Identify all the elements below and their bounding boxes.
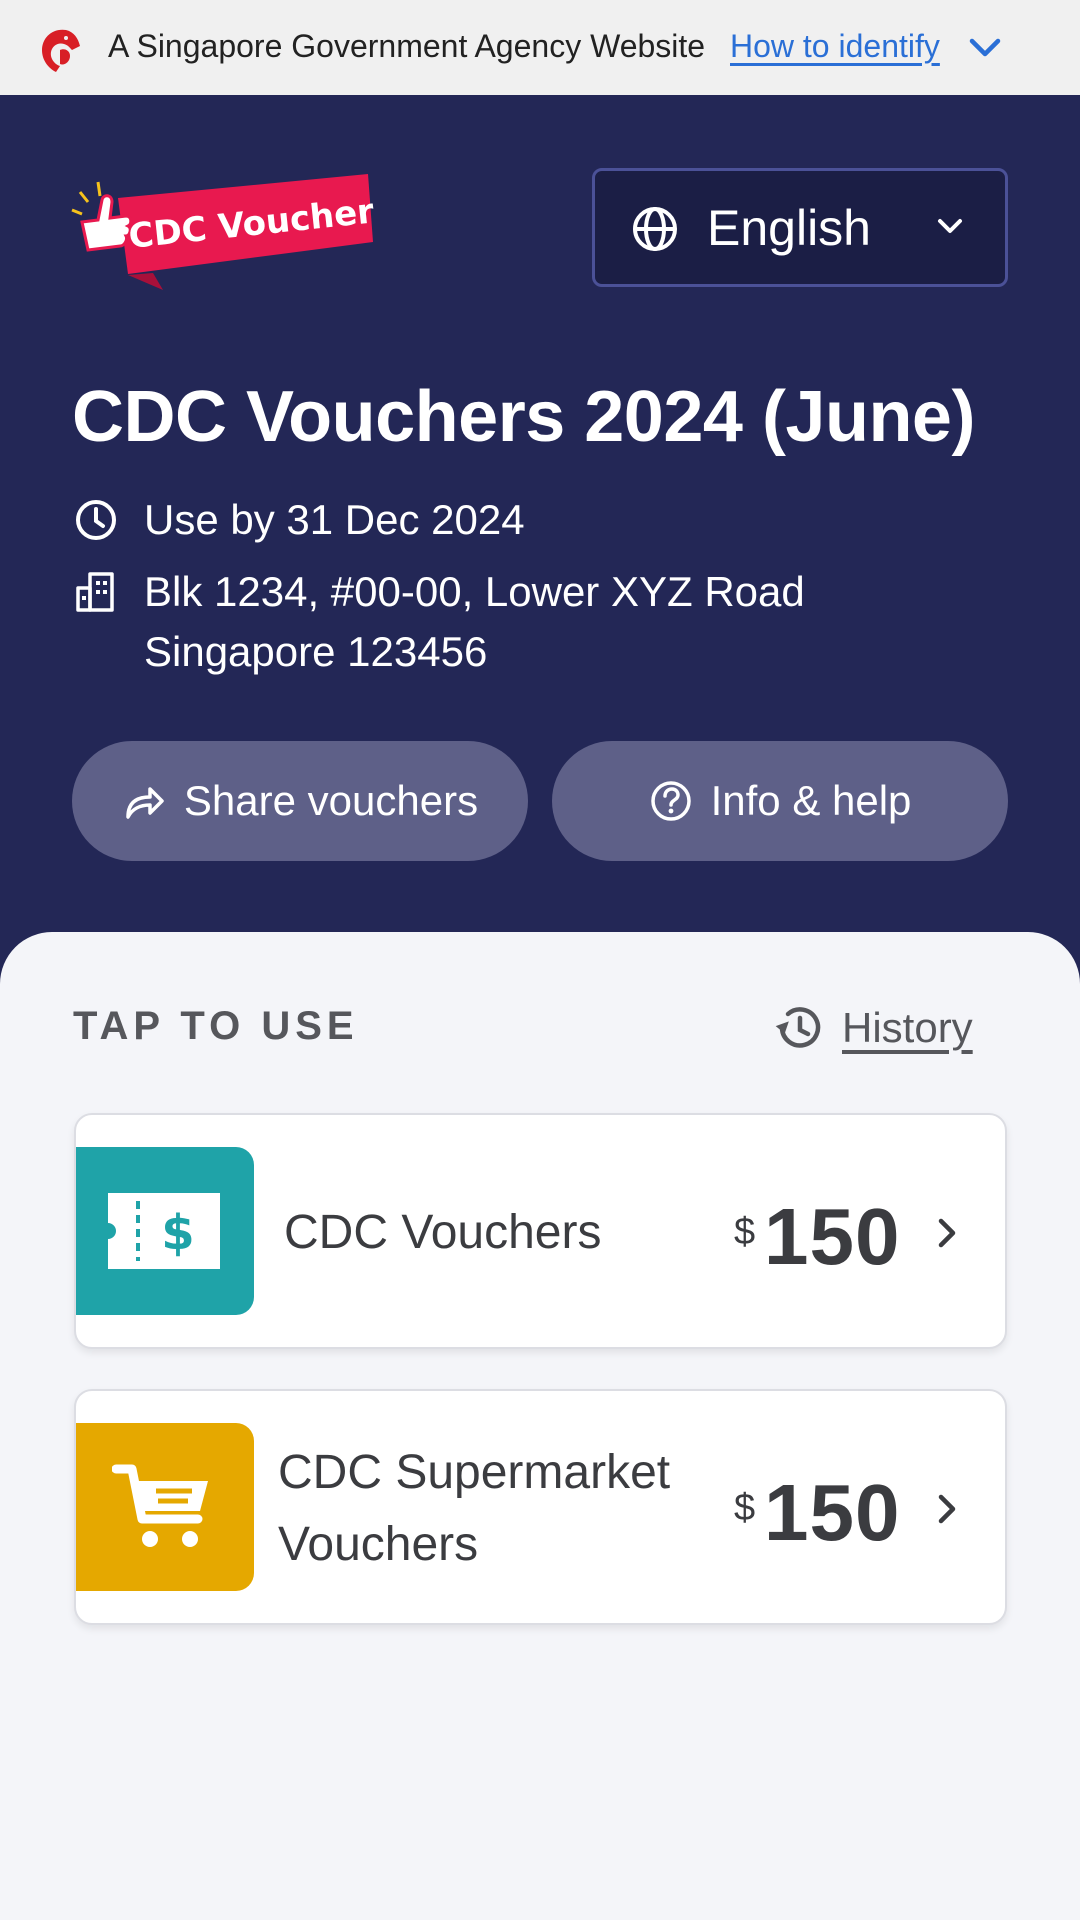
voucher-tile: $: [76, 1147, 254, 1315]
voucher-amount: 150: [764, 1192, 901, 1281]
voucher-amount: 150: [764, 1468, 901, 1557]
building-icon: [76, 572, 114, 612]
history-label: History: [842, 1004, 973, 1051]
chevron-right-icon: [938, 1494, 956, 1524]
gov-masthead: A Singapore Government Agency Website Ho…: [0, 0, 1080, 95]
voucher-name: CDC Vouchers: [284, 1206, 602, 1259]
section-label: TAP TO USE: [73, 1004, 359, 1048]
language-label: English: [707, 200, 871, 256]
language-selector[interactable]: English: [592, 168, 1008, 287]
currency-symbol: $: [734, 1487, 756, 1529]
chevron-right-icon: [938, 1218, 956, 1248]
globe-icon: [633, 207, 677, 251]
lion-head-logo-icon: [42, 29, 80, 72]
address-line-1: Blk 1234, #00-00, Lower XYZ Road: [144, 568, 805, 615]
voucher-ticket-icon: $: [108, 1193, 220, 1269]
voucher-name-line-1: CDC Supermarket: [278, 1446, 671, 1499]
share-vouchers-button[interactable]: Share vouchers: [72, 741, 528, 861]
chevron-down-icon[interactable]: [968, 36, 1002, 60]
currency-symbol: $: [734, 1211, 756, 1253]
history-link[interactable]: History: [772, 998, 973, 1058]
how-to-identify-link[interactable]: How to identify: [730, 28, 940, 65]
question-circle-icon: [650, 781, 691, 821]
voucher-tile: [76, 1423, 254, 1591]
info-help-label: Info & help: [710, 777, 912, 824]
voucher-card-supermarket[interactable]: CDC Supermarket Vouchers $ 150: [74, 1389, 1007, 1625]
chevron-down-icon: [938, 219, 962, 233]
share-arrow-icon: [126, 787, 164, 819]
history-icon: [775, 1007, 821, 1048]
svg-text:$: $: [161, 1205, 194, 1261]
clock-icon: [76, 500, 116, 540]
use-by-text: Use by 31 Dec 2024: [144, 496, 525, 543]
share-vouchers-label: Share vouchers: [183, 777, 479, 824]
info-help-button[interactable]: Info & help: [552, 741, 1008, 861]
shopping-cart-icon: [112, 1464, 208, 1547]
masthead-text: A Singapore Government Agency Website: [108, 28, 706, 64]
page-title: CDC Vouchers 2024 (June): [72, 377, 975, 457]
address-line-2: Singapore 123456: [144, 628, 488, 675]
voucher-card-cdc[interactable]: $ CDC Vouchers $ 150: [74, 1113, 1007, 1349]
cdc-voucher-logo: CDC Voucher: [71, 174, 376, 290]
voucher-name-line-2: Vouchers: [278, 1518, 479, 1571]
